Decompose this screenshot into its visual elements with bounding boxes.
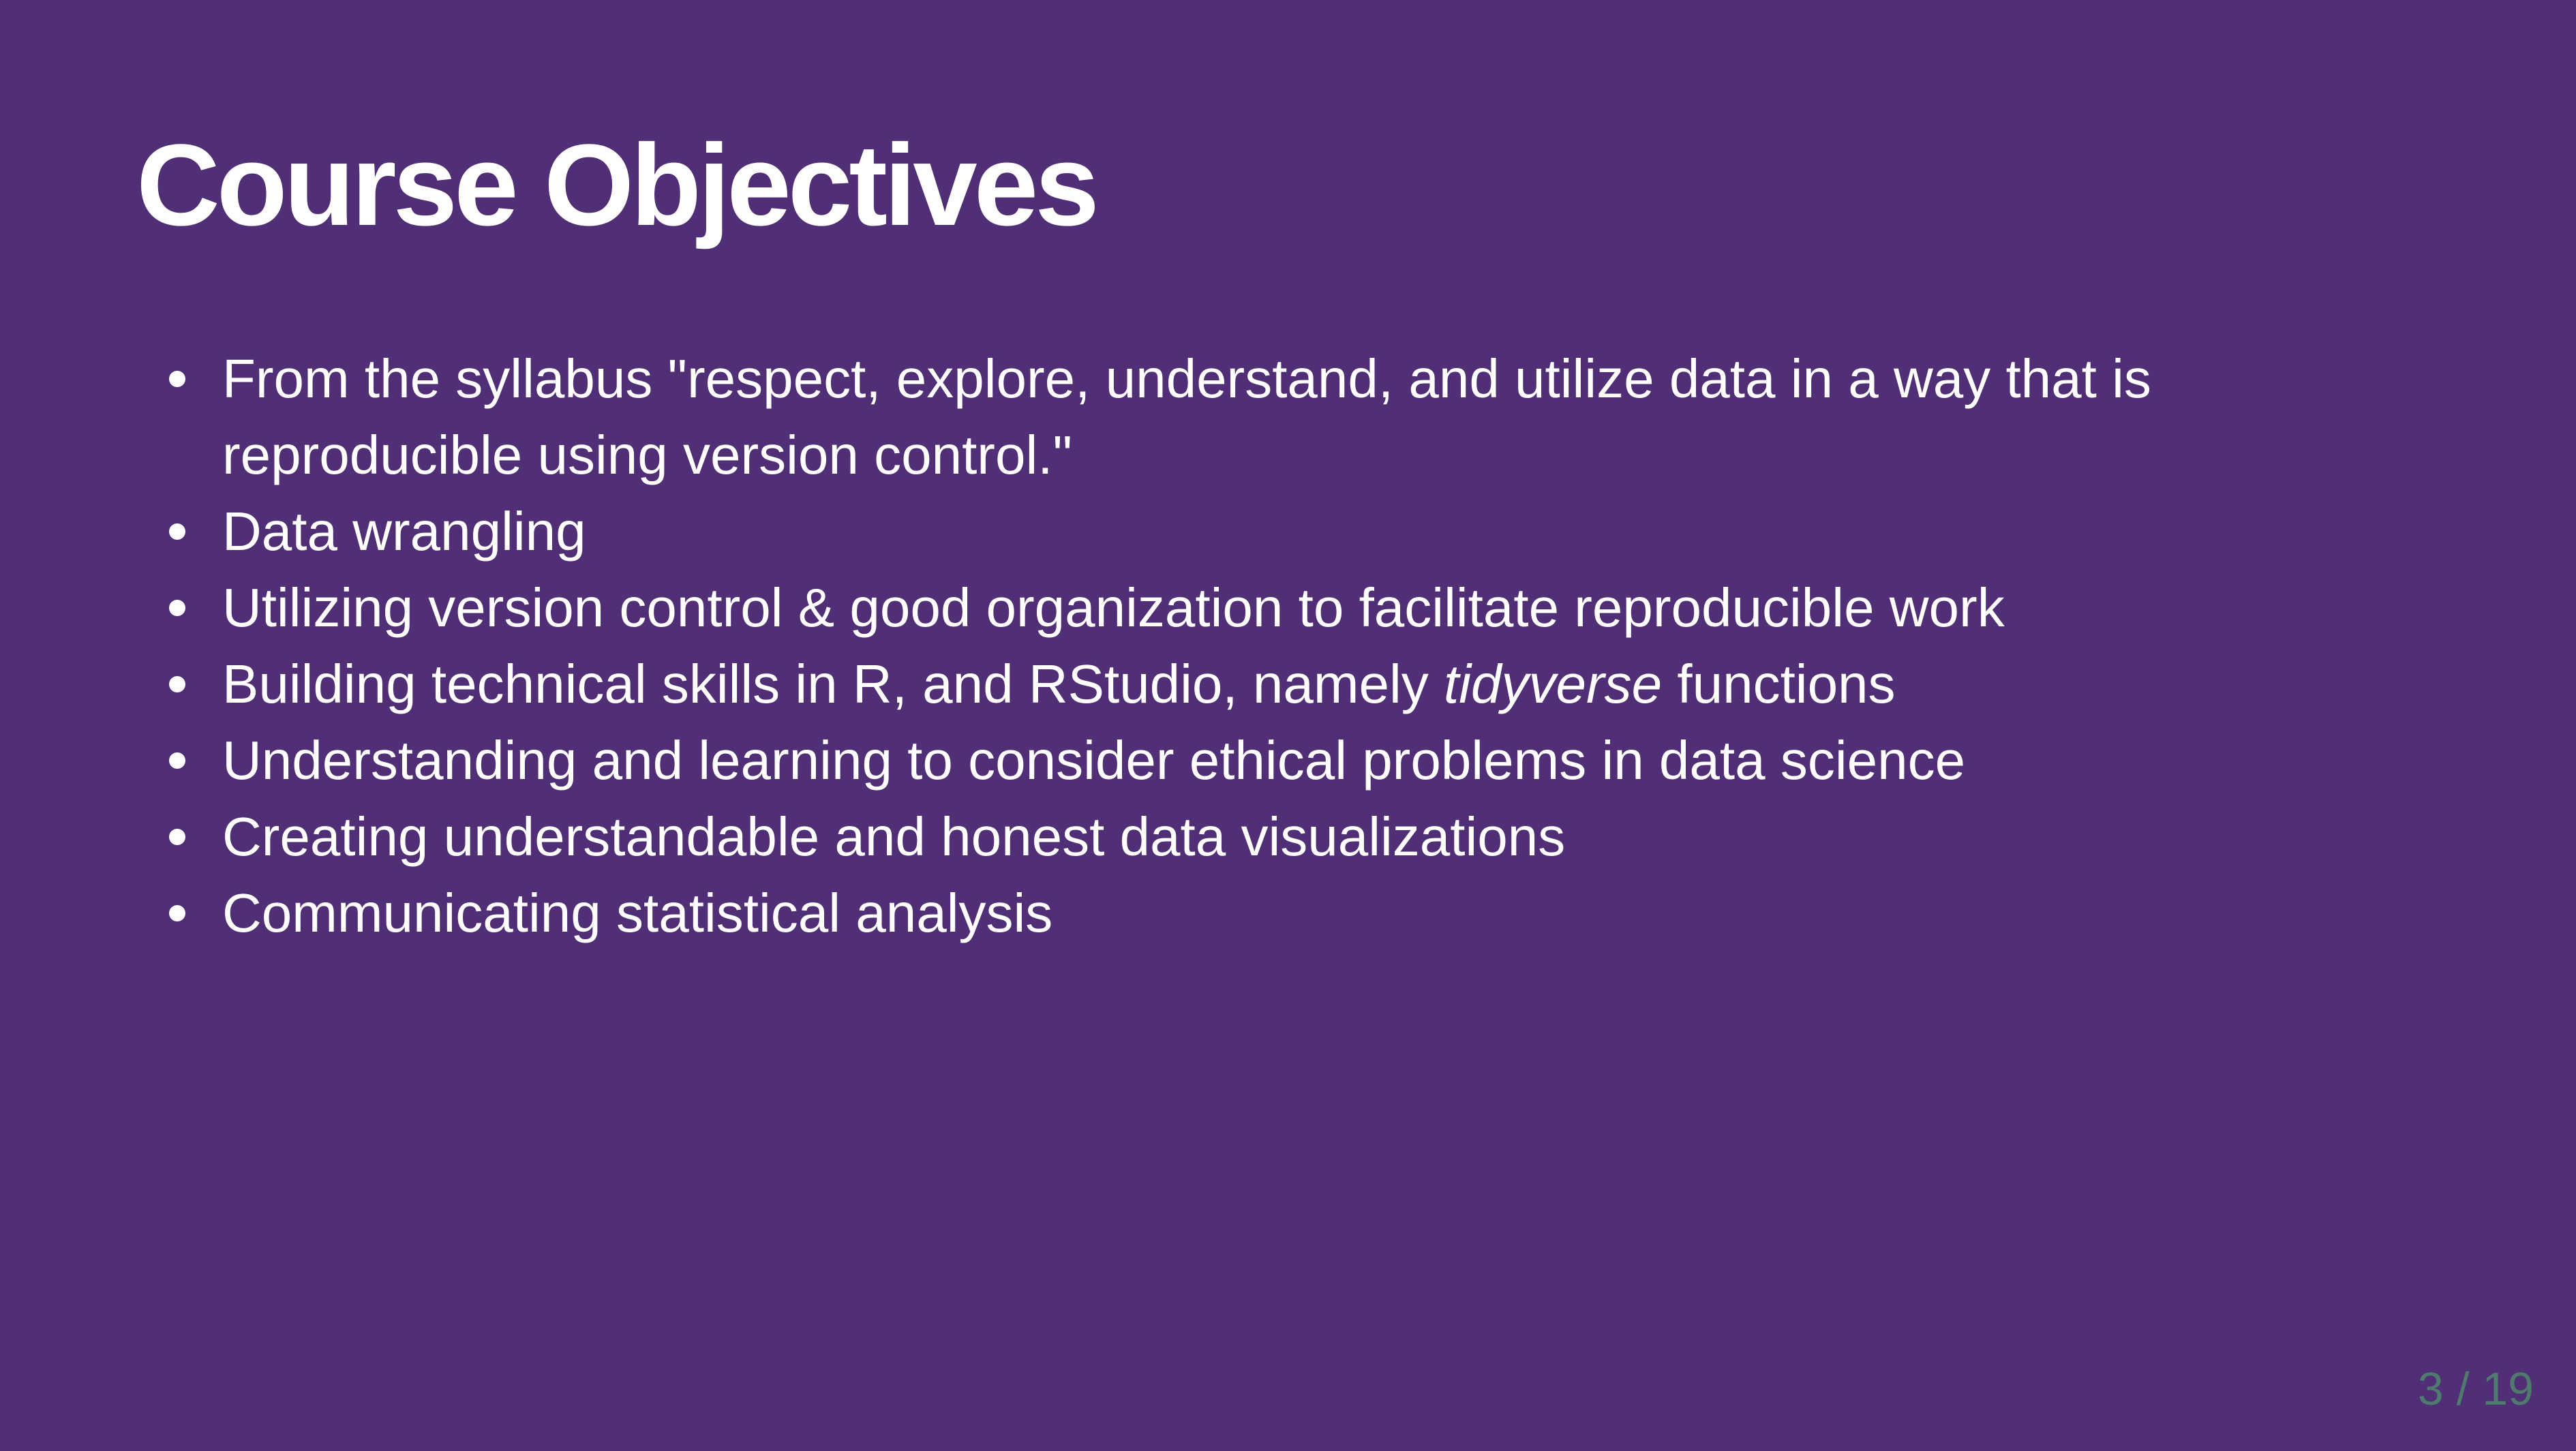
objective-text: Data wrangling [222,501,586,562]
bullet-icon [169,676,185,692]
objective-item: Building technical skills in R, and RStu… [136,646,2318,722]
objective-text: Utilizing version control & good organiz… [222,577,2005,638]
objective-item: Creating understandable and honest data … [136,799,2318,875]
objective-text: Communicating statistical analysis [222,883,1053,943]
bullet-icon [169,371,185,387]
bullet-icon [169,523,185,540]
bullet-icon [169,905,185,921]
objective-item: From the syllabus "respect, explore, und… [136,341,2318,493]
objective-text: Creating understandable and honest data … [222,806,1566,867]
bullet-icon [169,600,185,616]
objective-item: Communicating statistical analysis [136,875,2318,951]
bullet-icon [169,752,185,769]
slide-title: Course Objectives [136,121,1100,250]
objective-text-after: functions [1662,654,1896,714]
objective-item: Utilizing version control & good organiz… [136,570,2318,646]
slide: Course Objectives From the syllabus "res… [0,0,2576,1451]
objective-list: From the syllabus "respect, explore, und… [136,341,2318,951]
objective-text: From the syllabus "respect, explore, und… [222,348,2151,485]
objective-text-before: Building technical skills in R, and RStu… [222,654,1444,714]
page-counter: 3 / 19 [2417,1363,2534,1415]
objective-item: Data wrangling [136,493,2318,570]
objective-emphasis: tidyverse [1444,654,1663,714]
objective-item: Understanding and learning to consider e… [136,722,2318,799]
objective-text: Understanding and learning to consider e… [222,730,1966,791]
bullet-icon [169,829,185,845]
